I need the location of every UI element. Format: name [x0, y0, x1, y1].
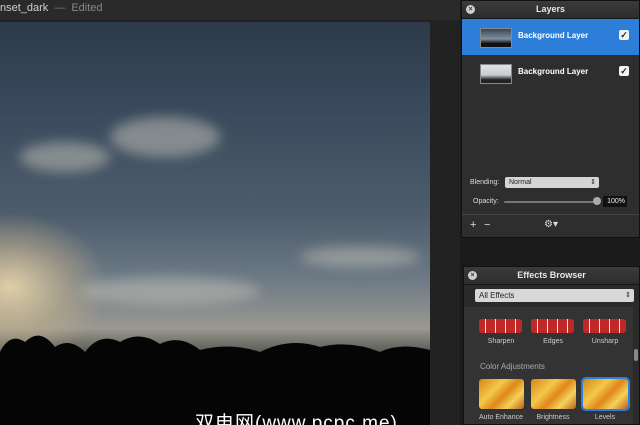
layer-row[interactable]: Background Layer ✓ — [462, 55, 639, 91]
document-title: nset_dark — Edited — [0, 2, 103, 14]
section-heading: Color Adjustments — [480, 362, 545, 371]
effects-panel-title: Effects Browser — [517, 270, 586, 280]
blending-label: Blending: — [470, 179, 500, 186]
effects-panel-header: × Effects Browser — [464, 267, 639, 285]
cloud — [110, 117, 220, 157]
effect-thumbnail[interactable] — [581, 377, 630, 411]
cloud — [20, 142, 110, 172]
title-separator: — — [54, 2, 66, 14]
opacity-slider-track[interactable] — [504, 201, 600, 203]
add-layer-button[interactable]: + — [470, 219, 476, 231]
document-titlebar: nset_dark — Edited — [0, 0, 460, 20]
effect-thumbnail[interactable] — [479, 319, 522, 333]
close-icon[interactable]: × — [468, 271, 477, 280]
updown-arrow-icon: ⇕ — [590, 179, 596, 186]
layer-visibility-checkbox[interactable]: ✓ — [619, 66, 629, 76]
layer-thumbnail — [480, 28, 512, 48]
scrollbar-thumb[interactable] — [634, 349, 638, 361]
effects-list: Sharpen Edges Unsharp Color Adjustments … — [464, 307, 635, 424]
effect-thumbnail[interactable] — [479, 379, 524, 409]
effect-label: Brightness — [536, 414, 570, 421]
layers-panel-title: Layers — [535, 4, 566, 14]
effect-label: Sharpen — [487, 338, 515, 345]
cloud — [300, 247, 420, 267]
updown-arrow-icon: ⇕ — [625, 292, 631, 299]
remove-layer-button[interactable]: − — [484, 219, 490, 231]
close-icon[interactable]: × — [466, 5, 475, 14]
effect-label: Auto Enhance — [479, 414, 523, 421]
blending-select[interactable]: Normal ⇕ — [505, 177, 599, 188]
effect-label: Edges — [543, 338, 563, 345]
effect-thumbnail[interactable] — [583, 319, 626, 333]
edited-status: Edited — [71, 2, 103, 14]
layer-row[interactable]: Background Layer ✓ — [462, 19, 639, 55]
layer-name: Background Layer — [518, 67, 589, 76]
tree-silhouette — [0, 335, 430, 422]
effects-browser-panel: × Effects Browser All Effects ⇕ Sharpen … — [463, 266, 640, 425]
layers-footer: + − ⚙▾ — [462, 214, 639, 237]
opacity-value-field[interactable]: 100% — [603, 196, 627, 207]
effects-scrollbar[interactable] — [633, 307, 639, 424]
layers-panel-header: × Layers — [462, 1, 639, 19]
effect-thumbnail[interactable] — [531, 379, 576, 409]
layer-visibility-checkbox[interactable]: ✓ — [619, 30, 629, 40]
cloud — [80, 277, 260, 305]
gear-icon[interactable]: ⚙▾ — [544, 219, 558, 230]
layers-panel: × Layers Background Layer ✓ Background L… — [461, 0, 640, 238]
layer-name: Background Layer — [518, 31, 589, 40]
image-canvas[interactable]: 双电网(www.pcpc.me) — [0, 22, 430, 425]
watermark-text: 双电网(www.pcpc.me) — [195, 413, 398, 425]
effects-category-select[interactable]: All Effects ⇕ — [475, 289, 634, 302]
blending-value: Normal — [509, 179, 532, 186]
opacity-label: Opacity: — [473, 198, 499, 205]
layer-thumbnail — [480, 64, 512, 84]
effect-label: Unsharp — [591, 338, 619, 345]
opacity-slider-knob[interactable] — [593, 197, 601, 205]
document-name: nset_dark — [0, 2, 49, 14]
effect-label: Levels — [594, 414, 616, 421]
effects-category-value: All Effects — [479, 291, 515, 300]
effect-thumbnail[interactable] — [531, 319, 574, 333]
